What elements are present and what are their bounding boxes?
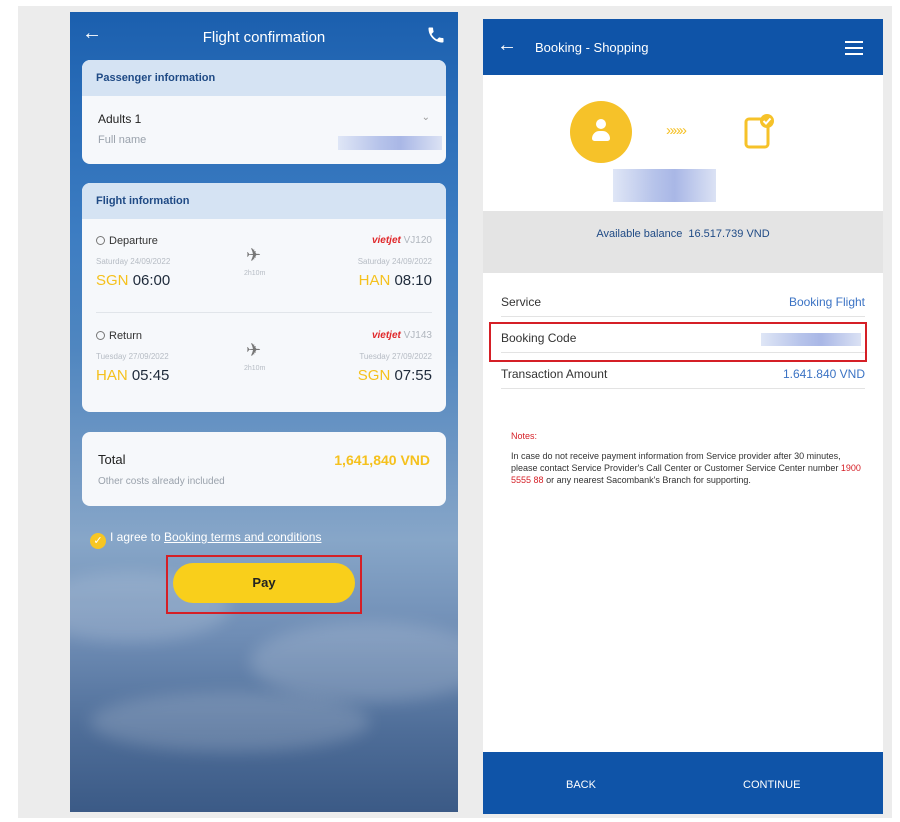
return-arrival-date: Tuesday 27/09/2022	[359, 352, 432, 361]
return-date: Tuesday 27/09/2022	[96, 352, 169, 361]
highlight-box	[489, 322, 867, 362]
return-label: Return	[96, 330, 142, 342]
agree-terms: ✓ I agree to Booking terms and conditions	[90, 530, 321, 549]
departure-date: Saturday 24/09/2022	[96, 257, 171, 266]
highlight-box	[166, 555, 362, 614]
page-title: Booking - Shopping	[535, 40, 649, 55]
flight-info-heading: Flight information	[82, 183, 446, 219]
booking-shopping-screen: ← Booking - Shopping »»» Available balan…	[483, 19, 883, 814]
plane-icon: ✈	[246, 340, 262, 360]
arrows-icon: »»»	[666, 122, 687, 139]
return-leg: Return Tuesday 27/09/2022 HAN 05:45 ✈ 2h…	[96, 330, 432, 410]
phone-icon[interactable]	[426, 25, 446, 45]
cloud-decoration	[90, 692, 370, 752]
clock-icon	[96, 236, 105, 245]
detail-row: Transaction Amount 1.641.840 VND	[501, 359, 865, 389]
airline-logo: vietjet	[371, 235, 401, 246]
detail-key: Transaction Amount	[501, 367, 608, 381]
total-value: 1,641,840 VND	[334, 452, 430, 468]
back-arrow-icon[interactable]: ←	[497, 35, 517, 55]
airline-flight: vietjet VJ120	[371, 235, 432, 246]
total-label: Total	[98, 452, 126, 467]
plane-icon: ✈	[246, 245, 262, 265]
passenger-info-heading: Passenger information	[82, 60, 446, 96]
flight-confirmation-screen: ← Flight confirmation Passenger informat…	[70, 12, 458, 812]
header-bar: ← Booking - Shopping	[483, 19, 883, 75]
clock-icon	[96, 331, 105, 340]
terms-link[interactable]: Booking terms and conditions	[164, 530, 321, 544]
agree-prefix: I agree to	[110, 530, 161, 544]
hamburger-menu-icon[interactable]	[845, 41, 863, 55]
redacted-name	[338, 136, 442, 150]
flight-info-card: Flight information Departure Saturday 24…	[82, 183, 446, 412]
departure-time: SGN 06:00	[96, 272, 171, 289]
departure-leg: Departure Saturday 24/09/2022 SGN 06:00 …	[96, 235, 432, 315]
cloud-decoration	[250, 622, 458, 702]
detail-row: Service Booking Flight	[501, 287, 865, 317]
continue-button[interactable]: CONTINUE	[743, 779, 800, 791]
detail-value: Booking Flight	[788, 295, 865, 309]
back-button[interactable]: BACK	[566, 779, 596, 791]
page-title: Flight confirmation	[202, 29, 326, 46]
balance-value: 16.517.739 VND	[688, 228, 770, 240]
passenger-info-card: Passenger information Adults 1 ⌄ Full na…	[82, 60, 446, 164]
notes-section: Notes: In case do not receive payment in…	[511, 430, 861, 486]
user-avatar-icon	[570, 101, 632, 163]
available-balance: Available balance 16.517.739 VND	[483, 211, 883, 273]
notes-title: Notes:	[511, 431, 538, 441]
clipboard-check-icon	[744, 114, 774, 149]
notes-body: In case do not receive payment informati…	[511, 451, 861, 485]
fullname-label: Full name	[98, 134, 147, 146]
arrival-time: HAN 08:10	[358, 272, 432, 289]
footer-bar: BACK CONTINUE	[483, 752, 883, 814]
total-subtext: Other costs already included	[98, 476, 225, 487]
departure-label: Departure	[96, 235, 158, 247]
header-bar: ← Flight confirmation	[70, 12, 458, 60]
return-arrival-time: SGN 07:55	[357, 367, 432, 384]
flight-duration: 2h10m	[244, 365, 266, 372]
return-departure-time: HAN 05:45	[96, 367, 170, 384]
redacted-account	[613, 169, 716, 202]
balance-label: Available balance	[596, 228, 683, 240]
detail-key: Service	[501, 295, 542, 309]
flight-duration: 2h10m	[244, 270, 266, 277]
airline-flight: vietjet VJ143	[371, 330, 432, 341]
chevron-down-icon[interactable]: ⌄	[422, 112, 430, 123]
detail-value: 1.641.840 VND	[782, 367, 865, 381]
divider	[96, 312, 432, 313]
total-card: Total 1,641,840 VND Other costs already …	[82, 432, 446, 506]
airline-logo: vietjet	[371, 330, 401, 341]
adults-count: Adults 1	[98, 112, 142, 126]
arrival-date: Saturday 24/09/2022	[357, 257, 432, 266]
checkbox-checked-icon[interactable]: ✓	[90, 533, 106, 549]
